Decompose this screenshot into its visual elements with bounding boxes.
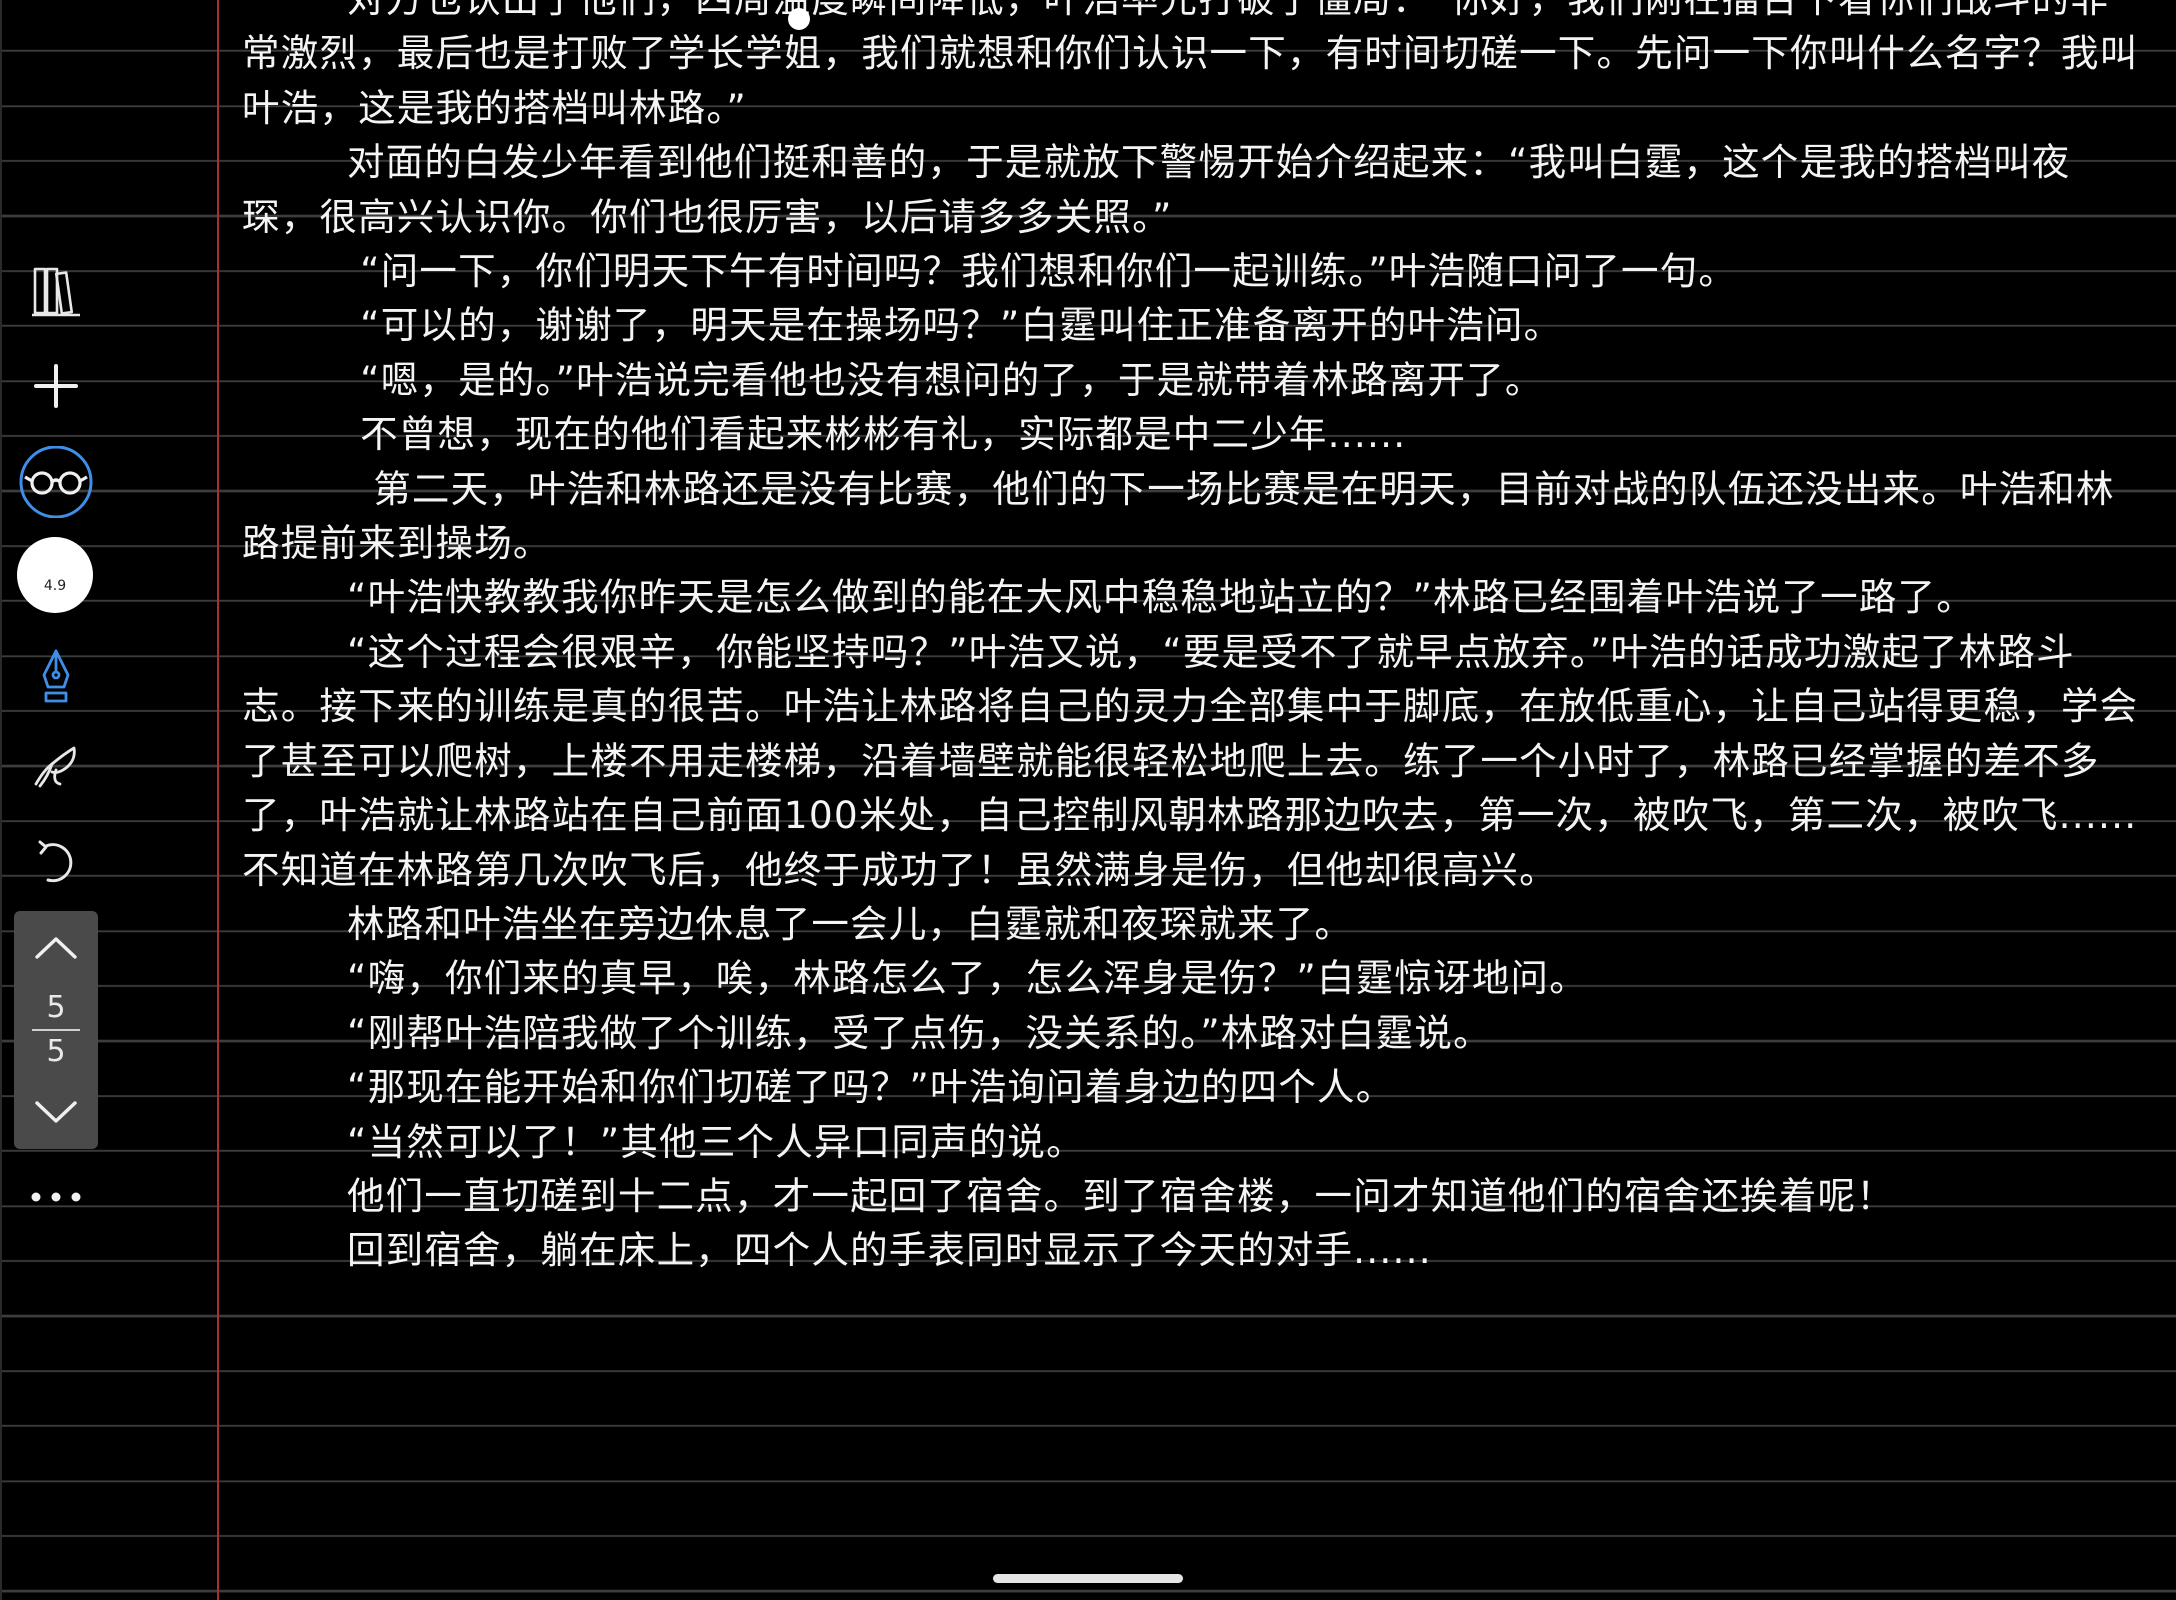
paragraph: “当然可以了！”其他三个人异口同声的说。 — [242, 1119, 1085, 1164]
page-divider — [32, 1029, 80, 1031]
top-handle-dot[interactable] — [788, 8, 810, 30]
margin-line — [217, 0, 219, 1600]
pen-size-label: 4.9 — [43, 578, 67, 594]
note-body[interactable]: 对方也认出了他们，四周温度瞬间降低，叶浩率先打破了僵局：“你好，我们刚在擂台下看… — [242, 0, 2142, 1278]
page-down-button[interactable] — [28, 1089, 84, 1133]
lasso-button[interactable] — [26, 735, 86, 797]
fountain-pen-icon — [42, 649, 70, 703]
chevron-up-icon — [35, 937, 77, 959]
paragraph: 林路和叶浩坐在旁边休息了一会儿，白霆就和夜琛就来了。 — [242, 901, 1354, 946]
paragraph: 对面的白发少年看到他们挺和善的，于是就放下警惕开始介绍起来：“我叫白霆，这个是我… — [242, 140, 2071, 239]
paragraph: 他们一直切磋到十二点，才一起回了宿舍。到了宿舍楼，一问才知道他们的宿舍还挨着呢！ — [242, 1173, 1895, 1218]
undo-button[interactable] — [26, 832, 86, 892]
read-mode-icon — [19, 446, 93, 518]
undo-icon — [38, 840, 73, 883]
paragraph: 对方也认出了他们，四周温度瞬间降低，叶浩率先打破了僵局：“你好，我们刚在擂台下看… — [242, 0, 2139, 130]
paragraph: “可以的，谢谢了，明天是在操场吗？”白霆叫住正准备离开的叶浩问。 — [242, 303, 1563, 348]
paragraph: “嗯，是的。”叶浩说完看他也没有想问的了，于是就带着林路离开了。 — [242, 357, 1544, 402]
read-mode-button[interactable] — [16, 446, 96, 518]
left-border — [0, 0, 2, 1600]
add-button[interactable] — [22, 352, 90, 420]
paragraph: “问一下，你们明天下午有时间吗？我们想和你们一起训练。”叶浩随口问了一句。 — [242, 249, 1738, 294]
more-button[interactable] — [24, 1176, 88, 1218]
home-indicator[interactable] — [993, 1574, 1183, 1583]
add-icon — [34, 364, 78, 408]
total-page-number: 5 — [46, 1034, 66, 1069]
page-up-button[interactable] — [28, 925, 84, 969]
paragraph: 第二天，叶浩和林路还是没有比赛，他们的下一场比赛是在明天，目前对战的队伍还没出来… — [242, 466, 2115, 566]
page-navigator: 5 5 — [14, 911, 98, 1149]
paragraph: “嗨，你们来的真早，唉，林路怎么了，怎么浑身是伤？”白霆惊讶地问。 — [242, 956, 1588, 1001]
paragraph: 回到宿舍，躺在床上，四个人的手表同时显示了今天的对手...... — [242, 1228, 1432, 1273]
paragraph: “叶浩快教教我你昨天是怎么做到的能在大风中稳稳地站立的？”林路已经围着叶浩说了一… — [242, 575, 1975, 620]
more-icon — [31, 1192, 81, 1202]
paragraph: 不曾想，现在的他们看起来彬彬有礼，实际都是中二少年...... — [242, 412, 1407, 457]
paragraph: “那现在能开始和你们切磋了吗？”叶浩询问着身边的四个人。 — [242, 1065, 1395, 1110]
paragraph: “刚帮叶浩陪我做了个训练，受了点伤，没关系的。”林路对白霆说。 — [242, 1010, 1492, 1055]
paragraph: “这个过程会很艰辛，你能坚持吗？”叶浩又说，“要是受不了就早点放弃。”叶浩的话成… — [242, 629, 2139, 892]
pen-button[interactable] — [30, 645, 82, 707]
pen-color-button[interactable]: 4.9 — [17, 537, 93, 613]
library-button[interactable] — [22, 258, 90, 324]
lasso-icon — [34, 746, 76, 788]
note-text-area[interactable]: 对方也认出了他们，四周温度瞬间降低，叶浩率先打破了僵局：“你好，我们刚在擂台下看… — [242, 0, 2142, 1600]
current-page-number: 5 — [46, 990, 66, 1025]
library-icon — [32, 267, 80, 317]
chevron-down-icon — [35, 1101, 77, 1123]
